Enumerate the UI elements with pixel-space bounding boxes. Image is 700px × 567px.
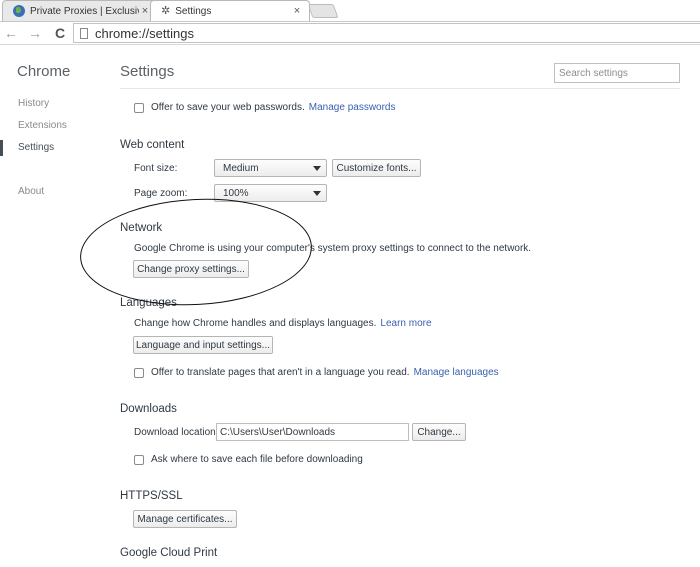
tab-strip: Private Proxies | Exclusive × ✲ Settings… xyxy=(0,0,700,22)
languages-heading: Languages xyxy=(120,297,177,309)
offer-save-passwords-row: Offer to save your web passwords. Manage… xyxy=(134,102,396,113)
page-zoom-value: 100% xyxy=(223,187,249,199)
ask-where-to-save-row: Ask where to save each file before downl… xyxy=(134,454,363,465)
downloads-heading: Downloads xyxy=(120,403,177,415)
change-proxy-settings-button[interactable]: Change proxy settings... xyxy=(133,260,249,278)
manage-languages-link[interactable]: Manage languages xyxy=(414,367,499,378)
page-zoom-label: Page zoom: xyxy=(134,188,188,199)
font-size-value: Medium xyxy=(223,162,259,174)
web-content-heading: Web content xyxy=(120,139,185,151)
sidebar-item-extensions[interactable]: Extensions xyxy=(0,118,100,134)
back-button[interactable]: ← xyxy=(2,24,20,42)
download-location-field[interactable]: C:\Users\User\Downloads xyxy=(216,423,409,441)
https-ssl-heading: HTTPS/SSL xyxy=(120,490,183,502)
google-cloud-print-heading: Google Cloud Print xyxy=(120,547,218,559)
close-icon[interactable]: × xyxy=(291,5,303,17)
offer-translate-label: Offer to translate pages that aren't in … xyxy=(151,367,410,378)
globe-icon xyxy=(13,5,25,17)
toolbar-divider xyxy=(0,44,700,45)
manage-certificates-button[interactable]: Manage certificates... xyxy=(133,510,237,528)
offer-translate-checkbox[interactable] xyxy=(134,367,144,378)
header-divider xyxy=(120,88,680,89)
download-location-label: Download location: xyxy=(134,427,219,438)
chevron-down-icon xyxy=(313,191,321,196)
manage-passwords-link[interactable]: Manage passwords xyxy=(309,102,396,113)
page-icon xyxy=(80,27,88,39)
page-title: Settings xyxy=(120,63,175,80)
tab-settings[interactable]: ✲ Settings × xyxy=(150,0,310,21)
change-download-location-button[interactable]: Change... xyxy=(412,423,466,441)
chevron-down-icon xyxy=(313,166,321,171)
sidebar-item-settings[interactable]: Settings xyxy=(0,140,100,156)
language-input-settings-button[interactable]: Language and input settings... xyxy=(133,336,273,354)
font-size-label: Font size: xyxy=(134,163,178,174)
network-description: Google Chrome is using your computer's s… xyxy=(134,243,532,254)
learn-more-link[interactable]: Learn more xyxy=(380,318,431,329)
search-input[interactable] xyxy=(554,63,680,83)
languages-description: Change how Chrome handles and displays l… xyxy=(134,318,377,329)
page-zoom-select[interactable]: 100% xyxy=(214,184,327,202)
ask-where-to-save-label: Ask where to save each file before downl… xyxy=(151,454,363,465)
reload-button[interactable]: C xyxy=(51,24,69,42)
font-size-select[interactable]: Medium xyxy=(214,159,327,177)
gear-icon: ✲ xyxy=(161,4,171,17)
toolbar: ← → C chrome://settings xyxy=(0,22,700,44)
ask-where-to-save-checkbox[interactable] xyxy=(134,454,144,465)
sidebar-item-about[interactable]: About xyxy=(0,184,100,200)
sidebar-item-history[interactable]: History xyxy=(0,96,100,112)
offer-save-passwords-checkbox[interactable] xyxy=(134,102,144,113)
new-tab-button[interactable] xyxy=(307,4,339,18)
tab-title: Private Proxies | Exclusive xyxy=(30,5,139,17)
offer-save-passwords-label: Offer to save your web passwords. xyxy=(151,102,305,113)
network-heading: Network xyxy=(120,222,163,234)
offer-translate-row: Offer to translate pages that aren't in … xyxy=(134,367,499,378)
customize-fonts-button[interactable]: Customize fonts... xyxy=(332,159,421,177)
tab-title: Settings xyxy=(175,5,212,17)
forward-button[interactable]: → xyxy=(26,24,44,42)
tab-private-proxies[interactable]: Private Proxies | Exclusive × xyxy=(2,0,158,21)
languages-description-row: Change how Chrome handles and displays l… xyxy=(134,318,432,329)
sidebar-title: Chrome xyxy=(17,63,71,80)
url-text: chrome://settings xyxy=(95,25,194,41)
address-bar[interactable]: chrome://settings xyxy=(73,23,700,43)
